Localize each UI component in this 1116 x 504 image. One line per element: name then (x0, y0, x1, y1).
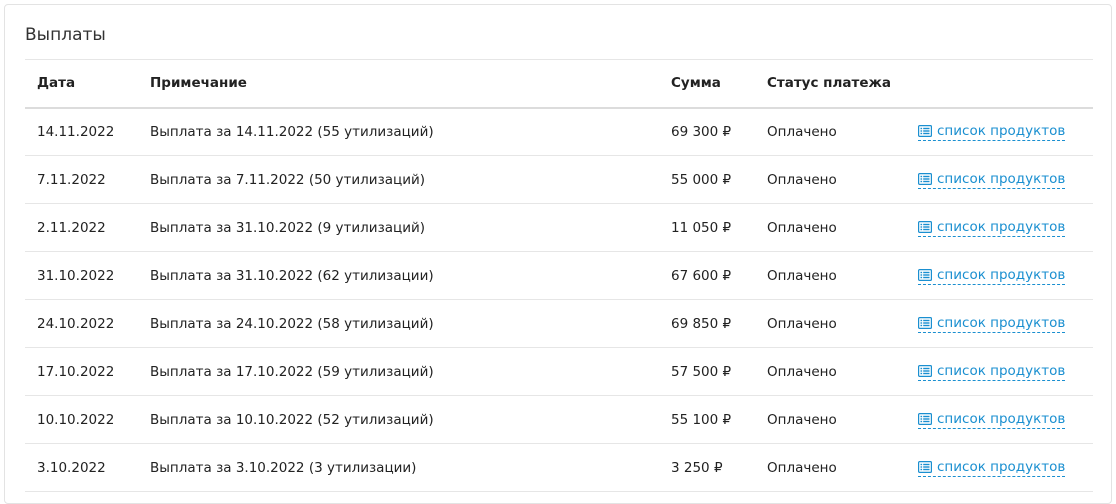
list-icon (918, 124, 932, 137)
cell-actions: список продуктов (906, 348, 1093, 396)
list-icon (918, 364, 932, 377)
product-list-link-label: список продуктов (937, 410, 1066, 427)
header-status: Статус платежа (767, 75, 892, 92)
cell-amount: 69 850 ₽ (671, 315, 732, 332)
cell-status: Оплачено (767, 411, 837, 428)
list-icon (918, 316, 932, 329)
cell-actions: список продуктов (906, 204, 1093, 252)
cell-date: 7.11.2022 (37, 171, 106, 188)
table-row: 3.10.2022 Выплата за 3.10.2022 (3 утилиз… (25, 444, 1093, 492)
cell-date: 24.10.2022 (37, 315, 115, 332)
product-list-link[interactable]: список продуктов (918, 314, 1066, 333)
product-list-link-label: список продуктов (937, 314, 1066, 331)
cell-amount: 11 050 ₽ (671, 219, 732, 236)
header-note: Примечание (150, 75, 247, 92)
cell-status: Оплачено (767, 315, 837, 332)
payouts-table: Дата Примечание Сумма Статус платежа 14.… (25, 59, 1093, 492)
cell-status: Оплачено (767, 123, 837, 140)
page-title: Выплаты (25, 25, 106, 45)
product-list-link-label: список продуктов (937, 218, 1066, 235)
cell-status: Оплачено (767, 219, 837, 236)
cell-note: Выплата за 17.10.2022 (59 утилизаций) (150, 363, 434, 380)
cell-amount: 55 000 ₽ (671, 171, 732, 188)
cell-note: Выплата за 24.10.2022 (58 утилизаций) (150, 315, 434, 332)
product-list-link-label: список продуктов (937, 266, 1066, 283)
cell-note: Выплата за 7.11.2022 (50 утилизаций) (150, 171, 426, 188)
table-row: 17.10.2022 Выплата за 17.10.2022 (59 ути… (25, 348, 1093, 396)
table-row: 14.11.2022 Выплата за 14.11.2022 (55 ути… (25, 108, 1093, 156)
product-list-link[interactable]: список продуктов (918, 362, 1066, 381)
list-icon (918, 268, 932, 281)
cell-note: Выплата за 10.10.2022 (52 утилизаций) (150, 411, 434, 428)
cell-status: Оплачено (767, 267, 837, 284)
cell-note: Выплата за 3.10.2022 (3 утилизации) (150, 459, 417, 476)
product-list-link-label: список продуктов (937, 122, 1066, 139)
product-list-link[interactable]: список продуктов (918, 122, 1066, 141)
table-row: 2.11.2022 Выплата за 31.10.2022 (9 утили… (25, 204, 1093, 252)
cell-status: Оплачено (767, 171, 837, 188)
table-row: 24.10.2022 Выплата за 24.10.2022 (58 ути… (25, 300, 1093, 348)
product-list-link[interactable]: список продуктов (918, 410, 1066, 429)
product-list-link[interactable]: список продуктов (918, 458, 1066, 477)
cell-date: 14.11.2022 (37, 123, 115, 140)
product-list-link[interactable]: список продуктов (918, 266, 1066, 285)
cell-actions: список продуктов (906, 396, 1093, 444)
table-row: 10.10.2022 Выплата за 10.10.2022 (52 ути… (25, 396, 1093, 444)
product-list-link-label: список продуктов (937, 458, 1066, 475)
cell-status: Оплачено (767, 459, 837, 476)
product-list-link[interactable]: список продуктов (918, 218, 1066, 237)
cell-amount: 55 100 ₽ (671, 411, 732, 428)
cell-note: Выплата за 31.10.2022 (9 утилизаций) (150, 219, 426, 236)
cell-amount: 67 600 ₽ (671, 267, 732, 284)
header-actions (906, 60, 1093, 108)
cell-date: 31.10.2022 (37, 267, 115, 284)
header-date: Дата (37, 75, 76, 92)
cell-actions: список продуктов (906, 252, 1093, 300)
cell-status: Оплачено (767, 363, 837, 380)
cell-date: 3.10.2022 (37, 459, 106, 476)
payouts-card: Выплаты Дата Примечание Сумма Статус пла… (4, 4, 1112, 504)
product-list-link[interactable]: список продуктов (918, 170, 1066, 189)
list-icon (918, 172, 932, 185)
cell-amount: 69 300 ₽ (671, 123, 732, 140)
table-row: 31.10.2022 Выплата за 31.10.2022 (62 ути… (25, 252, 1093, 300)
cell-date: 2.11.2022 (37, 219, 106, 236)
table-row: 7.11.2022 Выплата за 7.11.2022 (50 утили… (25, 156, 1093, 204)
header-amount: Сумма (671, 75, 721, 92)
list-icon (918, 220, 932, 233)
cell-actions: список продуктов (906, 108, 1093, 156)
cell-actions: список продуктов (906, 156, 1093, 204)
cell-note: Выплата за 31.10.2022 (62 утилизации) (150, 267, 434, 284)
list-icon (918, 460, 932, 473)
cell-date: 17.10.2022 (37, 363, 115, 380)
product-list-link-label: список продуктов (937, 362, 1066, 379)
cell-actions: список продуктов (906, 300, 1093, 348)
cell-actions: список продуктов (906, 444, 1093, 492)
cell-date: 10.10.2022 (37, 411, 115, 428)
cell-amount: 57 500 ₽ (671, 363, 732, 380)
cell-amount: 3 250 ₽ (671, 459, 723, 476)
product-list-link-label: список продуктов (937, 170, 1066, 187)
table-header-row: Дата Примечание Сумма Статус платежа (25, 59, 1093, 108)
list-icon (918, 412, 932, 425)
cell-note: Выплата за 14.11.2022 (55 утилизаций) (150, 123, 434, 140)
